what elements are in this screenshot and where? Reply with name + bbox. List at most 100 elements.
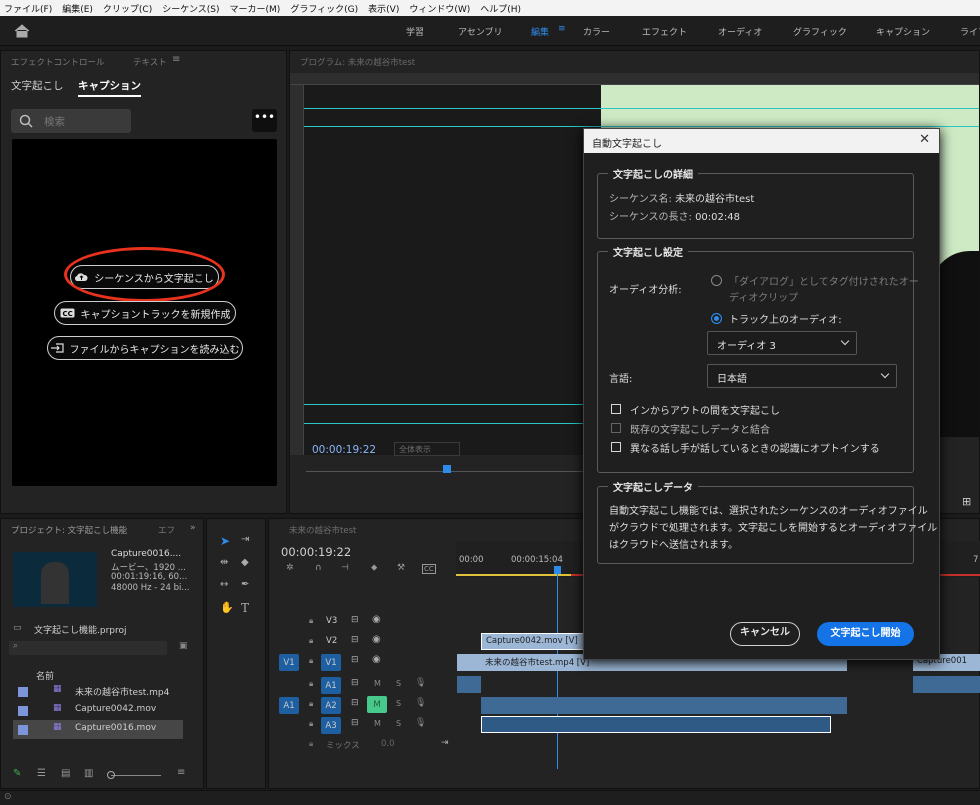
type-tool-icon[interactable]: T — [241, 601, 249, 615]
home-icon[interactable] — [14, 24, 30, 38]
eye-icon[interactable]: ◉ — [372, 614, 381, 625]
audio-clip-a2[interactable] — [481, 697, 847, 714]
mute-button-active[interactable]: M — [367, 696, 387, 713]
ws-audio[interactable]: オーディオ — [718, 25, 762, 38]
captions-toggle-icon[interactable]: CC — [422, 564, 436, 574]
go-to-end-icon[interactable]: ⇥ — [441, 738, 449, 748]
selection-tool-icon[interactable]: ➤ — [220, 534, 230, 548]
add-marker-icon[interactable]: ⊣ — [341, 563, 349, 573]
track-target-v1[interactable]: V1 — [321, 654, 341, 671]
menu-edit[interactable]: 編集(E) — [62, 2, 93, 15]
radio-dialog-clips[interactable] — [711, 275, 722, 286]
marker-icon[interactable]: ⬥ — [371, 563, 377, 573]
lock-icon[interactable]: 🔒︎ — [309, 719, 313, 729]
list-view-icon[interactable]: ☰ — [37, 768, 46, 779]
mix-value[interactable]: 0.0 — [381, 739, 395, 749]
checkbox-merge[interactable] — [611, 423, 621, 433]
sort-icon[interactable]: ≡ — [177, 767, 185, 778]
sync-icon[interactable]: ⊟ — [351, 635, 359, 645]
audio-clip-a1-left[interactable] — [457, 676, 481, 693]
menu-clip[interactable]: クリップ(C) — [103, 2, 152, 15]
playhead-marker[interactable] — [443, 465, 451, 473]
lock-icon[interactable]: 🔒︎ — [309, 636, 313, 646]
close-icon[interactable]: ✕ — [919, 132, 930, 147]
ws-graphics[interactable]: グラフィック — [793, 25, 847, 38]
ws-captions[interactable]: キャプション — [876, 25, 930, 38]
source-patch-v1[interactable]: V1 — [279, 654, 299, 671]
lock-icon[interactable]: 🔒︎ — [309, 616, 313, 626]
program-timecode[interactable]: 00:00:19:22 — [312, 444, 376, 456]
pen-tool-icon[interactable]: ✒ — [241, 579, 249, 590]
mute-button[interactable]: M — [374, 679, 381, 688]
audio-track-select[interactable]: オーディオ 3 — [707, 331, 857, 355]
list-item[interactable]: ▦ 未来の越谷市test.mp4 — [13, 682, 183, 701]
subtab-transcript[interactable]: 文字起こし — [11, 78, 64, 93]
import-captions-button[interactable]: ファイルからキャプションを読み込む — [47, 336, 243, 360]
source-patch-a1[interactable]: A1 — [279, 697, 299, 714]
zoom-select[interactable]: 全体表示 — [394, 442, 460, 456]
ripple-edit-icon[interactable]: ⇹ — [220, 557, 228, 568]
panel-overflow-icon[interactable]: » — [190, 523, 196, 533]
ws-editing[interactable]: 編集 — [531, 25, 549, 38]
panel-menu-icon[interactable]: ≡ — [172, 54, 180, 65]
ws-live[interactable]: ライブ — [960, 25, 980, 38]
cancel-button[interactable]: キャンセル — [730, 622, 800, 646]
radio-track-audio[interactable] — [711, 313, 722, 324]
razor-icon[interactable]: ◆ — [241, 557, 249, 568]
audio-clip-a3-selected[interactable] — [481, 716, 831, 733]
icon-view-icon[interactable]: ▤ — [61, 768, 70, 779]
list-item-selected[interactable]: ▦ Capture0016.mov — [13, 720, 183, 739]
new-bin-icon[interactable]: ▣ — [179, 641, 188, 651]
sync-icon[interactable]: ⊟ — [351, 698, 359, 708]
menu-marker[interactable]: マーカー(M) — [230, 2, 281, 15]
ws-learning[interactable]: 学習 — [406, 25, 424, 38]
checkbox-speaker[interactable] — [611, 442, 621, 452]
timeline-playhead-handle[interactable] — [554, 566, 561, 574]
ws-color[interactable]: カラー — [583, 25, 610, 38]
audio-clip-a1-right[interactable] — [913, 676, 980, 693]
language-select[interactable]: 日本語 — [707, 364, 897, 388]
tab-text[interactable]: テキスト — [133, 56, 167, 68]
timeline-tab[interactable]: 未来の越谷市test — [289, 524, 356, 536]
lock-icon[interactable]: 🔒︎ — [309, 739, 313, 749]
ws-assembly[interactable]: アセンブリ — [458, 25, 503, 38]
mute-button[interactable]: M — [374, 719, 381, 728]
menu-graphics[interactable]: グラフィック(G) — [290, 2, 358, 15]
pencil-icon[interactable]: ✎ — [13, 768, 21, 779]
solo-button[interactable]: S — [396, 719, 401, 728]
mic-icon[interactable]: 🎙︎ — [415, 718, 426, 728]
hand-tool-icon[interactable]: ✋ — [220, 601, 234, 614]
project-search-input[interactable]: ⌕ — [9, 641, 167, 655]
ws-menu-icon[interactable]: ≡ — [558, 24, 566, 34]
sync-icon[interactable]: ⊟ — [351, 615, 359, 625]
zoom-slider-knob[interactable] — [107, 771, 115, 779]
track-target-a2[interactable]: A2 — [321, 697, 341, 714]
list-item[interactable]: ▦ Capture0042.mov — [13, 701, 183, 720]
menu-view[interactable]: 表示(V) — [368, 2, 399, 15]
eye-icon[interactable]: ◉ — [372, 654, 381, 665]
solo-button[interactable]: S — [396, 699, 401, 708]
new-caption-track-button[interactable]: CC キャプショントラックを新規作成 — [54, 301, 236, 325]
menu-sequence[interactable]: シーケンス(S) — [162, 2, 219, 15]
lock-icon[interactable]: 🔒︎ — [309, 699, 313, 709]
lock-icon[interactable]: 🔒︎ — [309, 656, 313, 666]
slip-tool-icon[interactable]: ↔ — [220, 579, 228, 590]
wrench-icon[interactable]: ⚒ — [397, 563, 405, 573]
start-transcription-button[interactable]: 文字起こし開始 — [817, 622, 914, 646]
sync-icon[interactable]: ⊟ — [351, 655, 359, 665]
track-target-a3[interactable]: A3 — [321, 717, 341, 734]
search-input[interactable]: 検索 — [11, 109, 131, 133]
zoom-slider[interactable] — [111, 775, 161, 776]
timeline-timecode[interactable]: 00:00:19:22 — [281, 545, 351, 559]
sync-icon[interactable]: ⊟ — [351, 678, 359, 688]
sync-icon[interactable]: ⊟ — [351, 718, 359, 728]
menu-help[interactable]: ヘルプ(H) — [480, 2, 521, 15]
tab-effects-short[interactable]: エフ — [158, 524, 175, 536]
tab-project[interactable]: プロジェクト: 文字起こし機能 — [11, 524, 127, 536]
ws-effects[interactable]: エフェクト — [642, 25, 687, 38]
more-options-button[interactable]: ••• — [252, 109, 277, 132]
track-select-icon[interactable]: ⇥ — [241, 534, 249, 545]
menu-window[interactable]: ウィンドウ(W) — [409, 2, 470, 15]
checkbox-in-out[interactable] — [611, 404, 621, 414]
export-frame-icon[interactable]: ⊞ — [962, 495, 971, 508]
